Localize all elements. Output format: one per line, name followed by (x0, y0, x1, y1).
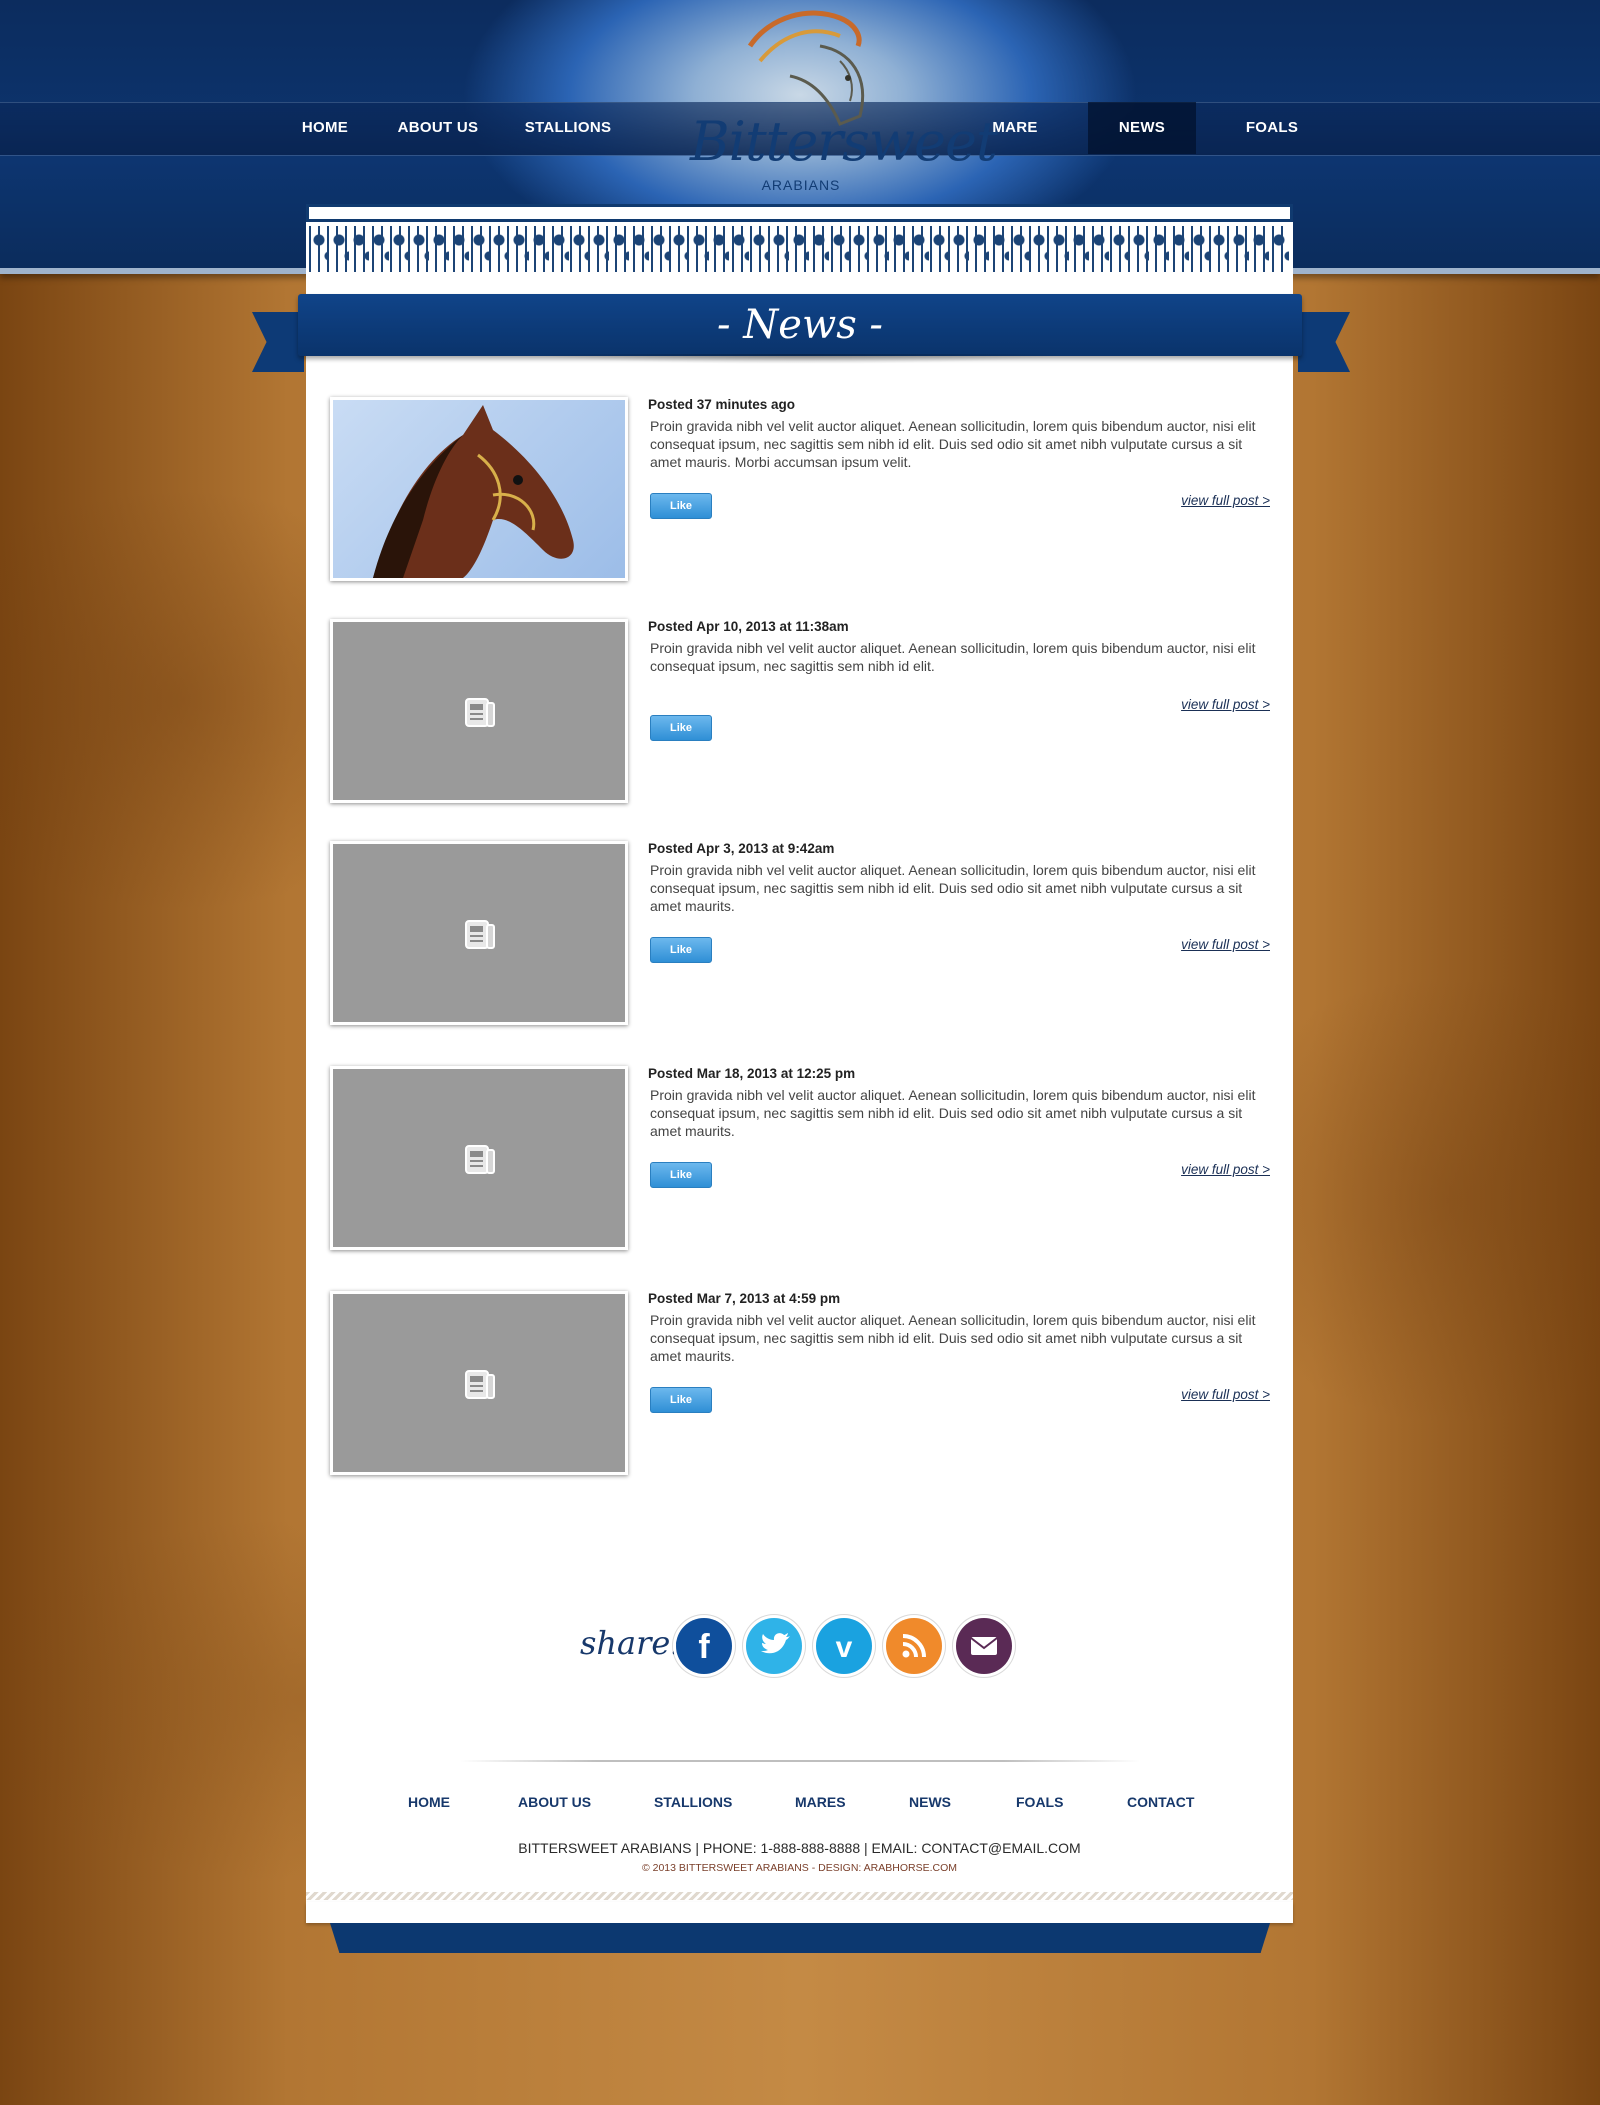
footer-link-foals[interactable]: FOALS (1016, 1794, 1063, 1810)
post-date: Posted Mar 7, 2013 at 4:59 pm (648, 1291, 841, 1306)
post-body: Proin gravida nibh vel velit auctor aliq… (650, 862, 1256, 914)
page-title: - News - (717, 302, 883, 348)
newspaper-placeholder-icon (465, 1370, 495, 1399)
view-full-post-link[interactable]: view full post > (1181, 937, 1270, 952)
like-button[interactable]: Like (650, 1387, 712, 1413)
post-thumbnail[interactable] (330, 619, 628, 803)
post-body: Proin gravida nibh vel velit auctor aliq… (650, 418, 1256, 470)
post-thumbnail[interactable] (330, 1066, 628, 1250)
footer-link-contact[interactable]: CONTACT (1127, 1794, 1194, 1810)
horse-head-logo-icon (747, 10, 865, 126)
footer-link-mares[interactable]: MARES (795, 1794, 846, 1810)
twitter-icon[interactable] (746, 1618, 802, 1674)
newspaper-placeholder-icon (465, 1145, 495, 1174)
top-frame-border (306, 204, 1293, 222)
post-date: Posted Apr 10, 2013 at 11:38am (648, 619, 849, 634)
post-thumbnail[interactable] (330, 1291, 628, 1475)
view-full-post-link[interactable]: view full post > (1181, 1162, 1270, 1177)
footer-link-news[interactable]: NEWS (909, 1794, 951, 1810)
nav-mare[interactable]: MARE (975, 102, 1055, 154)
post-date: Posted Apr 3, 2013 at 9:42am (648, 841, 835, 856)
site-logo[interactable]: Bittersweet ARABIANS (690, 6, 998, 196)
nav-news[interactable]: NEWS (1088, 102, 1196, 154)
like-button[interactable]: Like (650, 493, 712, 519)
news-post: Posted Mar 7, 2013 at 4:59 pm Proin grav… (330, 1291, 1270, 1475)
banner-shadow (420, 354, 1180, 368)
banner-tail-right (1298, 312, 1350, 372)
svg-text:v: v (836, 1631, 853, 1664)
footer-link-stallions[interactable]: STALLIONS (654, 1794, 732, 1810)
post-date: Posted 37 minutes ago (648, 397, 796, 412)
share-label: share: (580, 1624, 682, 1662)
nav-about-us[interactable]: ABOUT US (392, 102, 484, 154)
view-full-post-link[interactable]: view full post > (1181, 493, 1270, 508)
paper-bottom-edge (306, 1902, 1293, 1923)
facebook-icon[interactable]: f (676, 1618, 732, 1674)
ornamental-border (309, 226, 1290, 272)
nav-stallions[interactable]: STALLIONS (518, 102, 618, 154)
like-button[interactable]: Like (650, 937, 712, 963)
post-thumbnail[interactable] (330, 841, 628, 1025)
vimeo-icon[interactable]: v (816, 1618, 872, 1674)
post-thumbnail[interactable] (330, 397, 628, 581)
post-body: Proin gravida nibh vel velit auctor aliq… (650, 1087, 1256, 1139)
svg-text:f: f (698, 1628, 710, 1666)
paper-zigzag-edge (306, 1892, 1293, 1900)
nav-foals[interactable]: FOALS (1232, 102, 1312, 154)
section-banner: - News - (298, 294, 1302, 356)
newspaper-placeholder-icon (465, 920, 495, 949)
post-date: Posted Mar 18, 2013 at 12:25 pm (648, 1066, 856, 1081)
newspaper-placeholder-icon (465, 698, 495, 727)
post-body: Proin gravida nibh vel velit auctor aliq… (650, 640, 1256, 674)
footer-contact-info: BITTERSWEET ARABIANS | PHONE: 1-888-888-… (518, 1840, 1081, 1856)
rss-icon[interactable] (886, 1618, 942, 1674)
footer-link-home[interactable]: HOME (408, 1794, 450, 1810)
footer-copyright: © 2013 BITTERSWEET ARABIANS - DESIGN: AR… (641, 1862, 958, 1874)
news-post: Posted Apr 10, 2013 at 11:38am Proin gra… (330, 619, 1270, 803)
logo-wordmark: Bittersweet (690, 110, 998, 173)
banner-tail-left (252, 312, 304, 372)
post-body: Proin gravida nibh vel velit auctor aliq… (650, 1312, 1256, 1364)
news-post: Posted Apr 3, 2013 at 9:42am Proin gravi… (330, 841, 1270, 1025)
email-icon[interactable] (956, 1618, 1012, 1674)
footer-divider (460, 1760, 1140, 1762)
bottom-ribbon (330, 1923, 1270, 1953)
like-button[interactable]: Like (650, 1162, 712, 1188)
news-post: Posted Mar 18, 2013 at 12:25 pm Proin gr… (330, 1066, 1270, 1250)
news-post: Posted 37 minutes ago Proin gravida nibh… (330, 397, 1270, 581)
logo-subtitle: ARABIANS (761, 177, 841, 193)
footer-link-about-us[interactable]: ABOUT US (518, 1794, 591, 1810)
nav-home[interactable]: HOME (285, 102, 365, 154)
view-full-post-link[interactable]: view full post > (1181, 1387, 1270, 1402)
horse-photo-icon (373, 405, 574, 578)
view-full-post-link[interactable]: view full post > (1181, 697, 1270, 712)
like-button[interactable]: Like (650, 715, 712, 741)
